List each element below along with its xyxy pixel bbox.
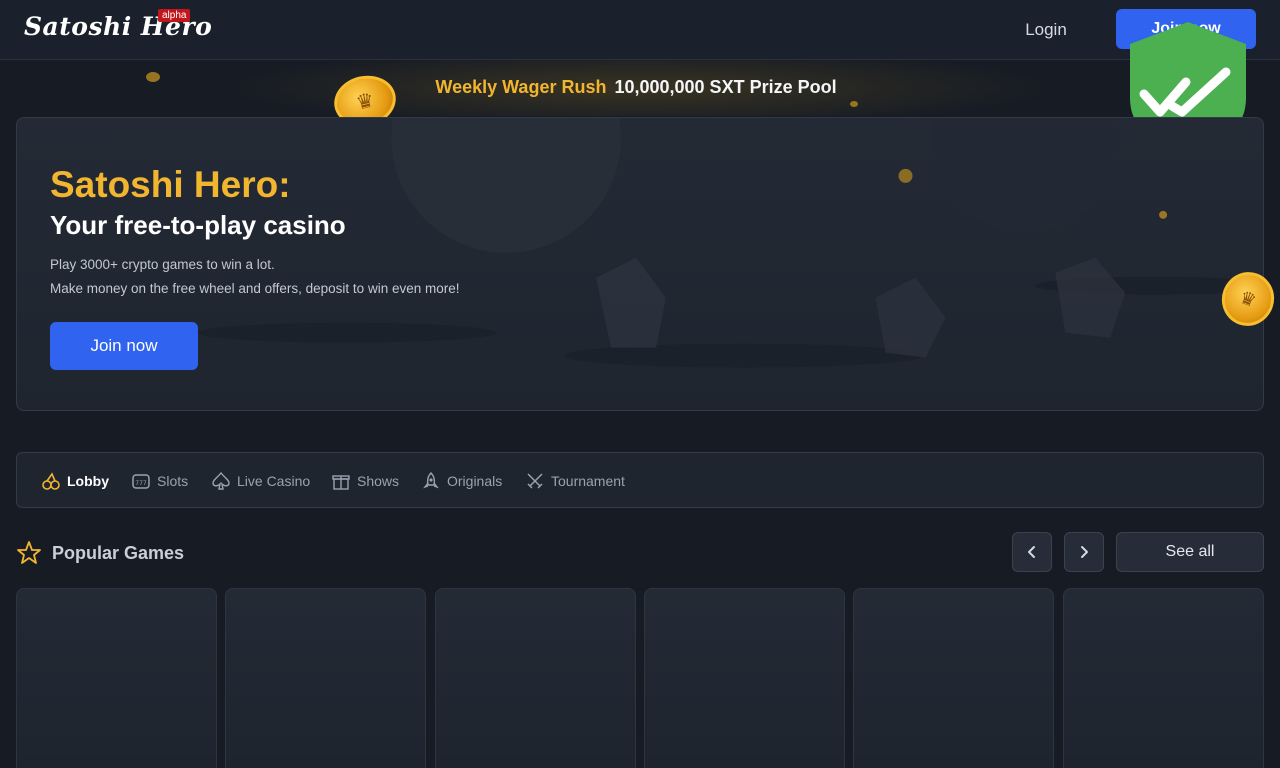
promo-banner[interactable]: Weekly Wager Rush 10,000,000 SXT Prize Po…	[0, 60, 1280, 132]
hero-title: Satoshi Hero:	[50, 164, 291, 205]
chevron-left-icon	[1028, 546, 1035, 558]
top-header: Satoshi Hero alpha Login Join now	[0, 0, 1280, 60]
prev-button[interactable]	[1012, 532, 1052, 572]
tab-live-casino[interactable]: Live Casino	[211, 470, 310, 492]
tab-lobby[interactable]: Lobby	[41, 470, 109, 492]
svg-text:777: 777	[135, 480, 147, 487]
tab-label: Originals	[447, 473, 503, 489]
tab-shows[interactable]: Shows	[331, 470, 399, 492]
gift-icon	[332, 475, 350, 490]
tab-label: Tournament	[551, 473, 625, 489]
login-button[interactable]: Login	[1010, 14, 1082, 46]
tab-slots[interactable]: 777 Slots	[131, 470, 188, 492]
hero-banner: Satoshi Hero: Your free-to-play casino P…	[16, 117, 1264, 411]
tab-tournament[interactable]: Tournament	[525, 470, 625, 492]
category-nav: Lobby 777 Slots Live Casino Shows Origin…	[16, 452, 1264, 508]
section-title: Popular Games	[52, 542, 185, 563]
spade-icon	[212, 471, 230, 490]
crossed-swords-icon	[527, 473, 543, 489]
tab-label: Slots	[157, 473, 189, 489]
tab-label: Live Casino	[237, 473, 311, 489]
promo-prize: 10,000,000 SXT Prize Pool	[614, 77, 837, 97]
alpha-badge: alpha	[158, 9, 191, 22]
hero-description-line-2: Make money on the free wheel and offers,…	[50, 281, 460, 296]
game-card[interactable]	[853, 588, 1054, 768]
tab-originals[interactable]: Originals	[421, 470, 502, 492]
promo-accent: Weekly Wager Rush	[435, 77, 607, 97]
game-card[interactable]	[1063, 588, 1264, 768]
hero-description-line-1: Play 3000+ crypto games to win a lot.	[50, 257, 275, 272]
game-card[interactable]	[16, 588, 217, 768]
coin-icon	[850, 101, 858, 107]
promo-text: Weekly Wager Rush 10,000,000 SXT Prize Po…	[0, 77, 1272, 98]
join-now-button[interactable]: Join now	[50, 322, 198, 370]
star-icon	[17, 541, 41, 564]
hero-subtitle: Your free-to-play casino	[50, 210, 346, 240]
next-button[interactable]	[1064, 532, 1104, 572]
game-card[interactable]	[644, 588, 845, 768]
game-card[interactable]	[435, 588, 636, 768]
chevron-right-icon	[1081, 546, 1088, 558]
coin-icon	[146, 72, 160, 82]
tab-label: Lobby	[67, 473, 109, 489]
cherries-icon	[42, 472, 60, 490]
popular-games-header: Popular Games	[16, 538, 416, 568]
slot-machine-icon: 777	[132, 474, 150, 489]
see-all-button[interactable]: See all	[1116, 532, 1264, 572]
tab-label: Shows	[357, 473, 400, 489]
rocket-icon	[423, 472, 439, 489]
game-card[interactable]	[225, 588, 426, 768]
